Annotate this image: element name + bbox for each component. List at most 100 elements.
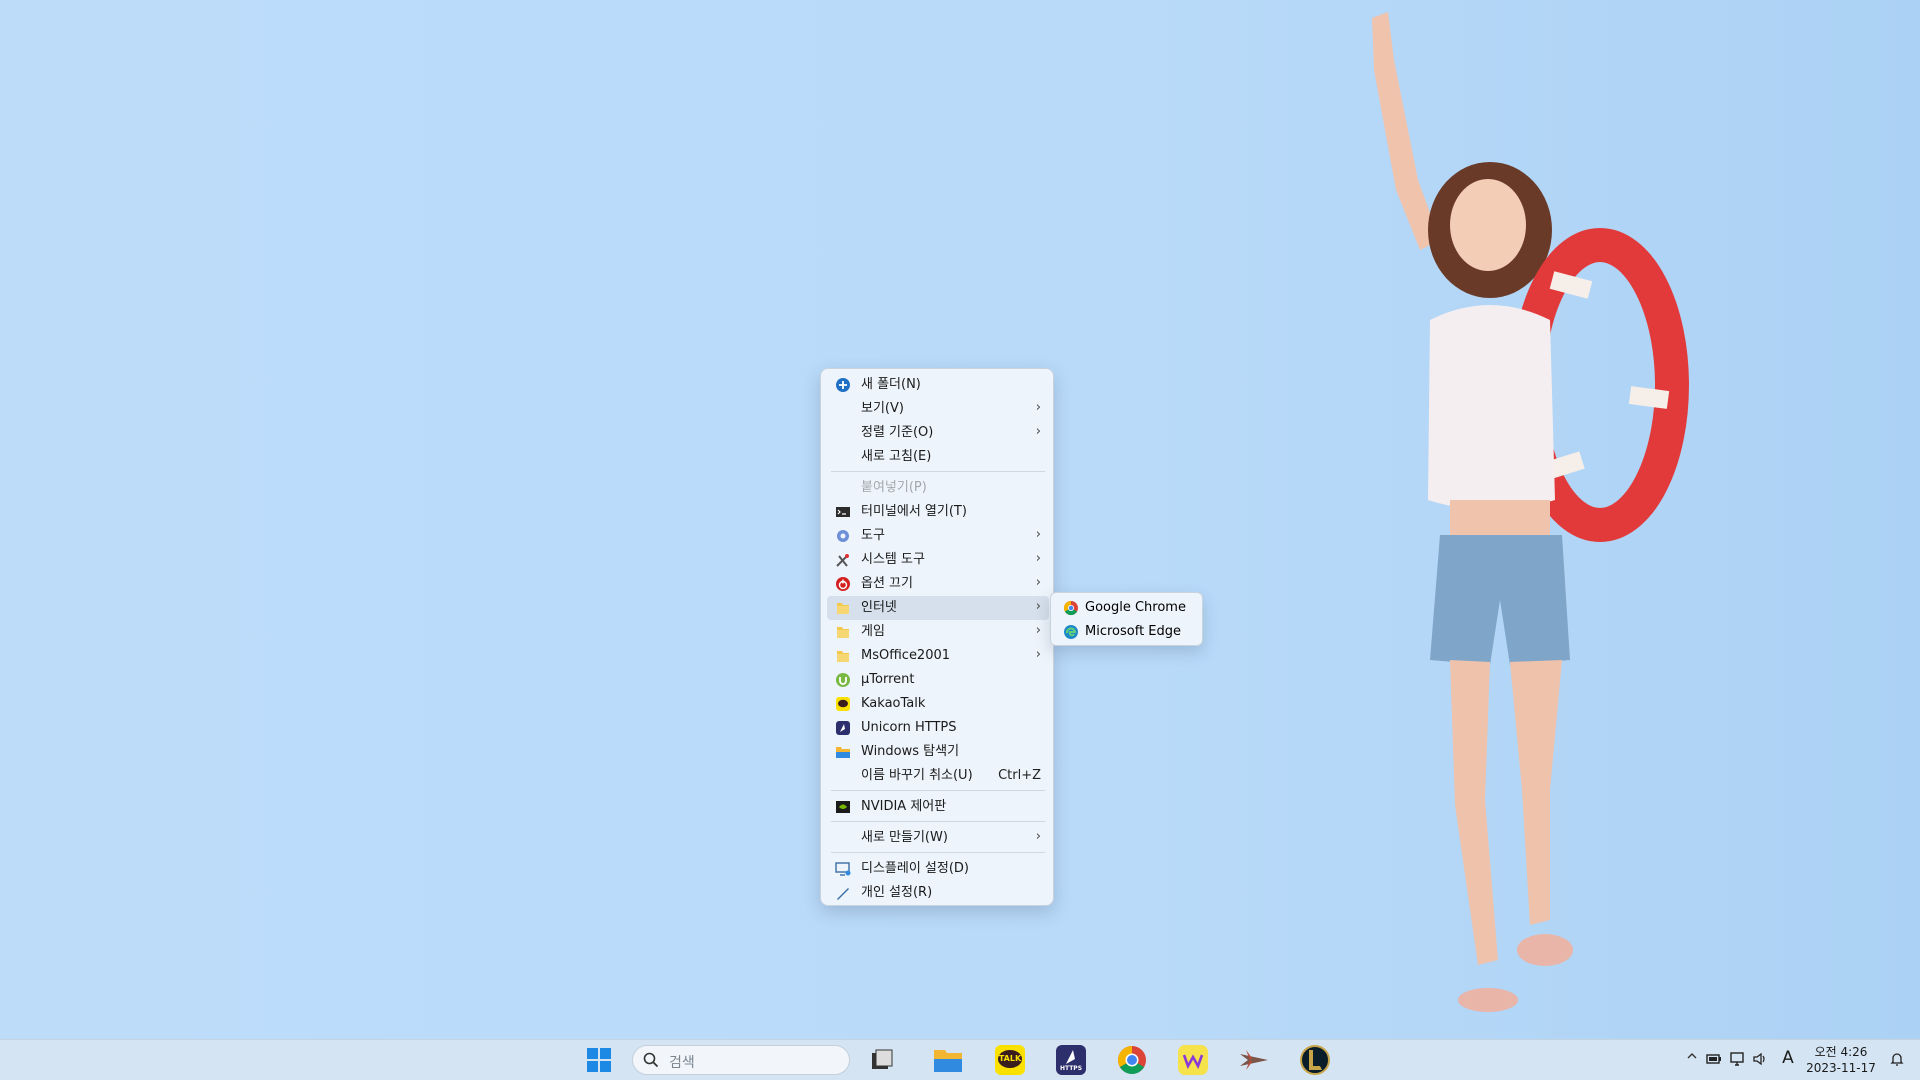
folder-icon: [837, 651, 849, 662]
menu-item-label: 정렬 기준(O): [861, 425, 934, 440]
taskbar: 검색 TALK HTTPS A 오전 4:26 2023-11-17: [0, 1039, 1920, 1080]
menu-item-label: 이름 바꾸기 취소(U): [861, 768, 973, 783]
personalize-icon: [837, 888, 849, 900]
chevron-right-icon: ›: [1035, 527, 1041, 542]
menu-item-display-settings[interactable]: 디스플레이 설정(D): [827, 857, 1049, 881]
taskbar-app-w[interactable]: [1177, 1044, 1209, 1076]
chevron-right-icon: ›: [1035, 551, 1041, 566]
chevron-right-icon: ›: [1035, 829, 1041, 844]
unicorn-https-icon: [836, 721, 850, 735]
folder-icon: [837, 603, 849, 614]
menu-item-utorrent[interactable]: µTorrent: [827, 668, 1049, 692]
taskbar-chrome[interactable]: [1116, 1044, 1148, 1076]
clock-date[interactable]: 2023-11-17: [1800, 1061, 1882, 1075]
menu-item-label: MsOffice2001: [861, 648, 951, 663]
clock-time[interactable]: 오전 4:26: [1800, 1043, 1882, 1060]
menu-item-label: 새로 고침(E): [861, 449, 932, 464]
taskbar-search-box[interactable]: 검색: [632, 1045, 850, 1075]
taskbar-game-plane[interactable]: [1238, 1044, 1270, 1076]
menu-item-new-folder[interactable]: 새 폴더(N): [827, 373, 1049, 397]
file-explorer-icon: [836, 747, 850, 758]
menu-item-kakaotalk[interactable]: KakaoTalk: [827, 692, 1049, 716]
menu-separator: [831, 821, 1045, 822]
edge-icon: [1064, 625, 1078, 639]
wallpaper-figure: [1372, 12, 1689, 1012]
kakaotalk-icon-label: TALK: [998, 1054, 1022, 1063]
taskbar-unicorn-https[interactable]: HTTPS: [1055, 1044, 1087, 1076]
menu-item-power-options[interactable]: 옵션 끄기 ›: [827, 572, 1049, 596]
menu-item-label: 디스플레이 설정(D): [861, 861, 970, 876]
submenu-item-microsoft-edge[interactable]: Microsoft Edge: [1055, 620, 1199, 644]
menu-separator: [831, 471, 1045, 472]
menu-item-new[interactable]: 새로 만들기(W) ›: [827, 826, 1049, 850]
volume-icon[interactable]: [1752, 1051, 1768, 1067]
menu-item-view[interactable]: 보기(V) ›: [827, 397, 1049, 421]
menu-item-label: µTorrent: [861, 672, 915, 687]
taskbar-kakaotalk[interactable]: TALK: [994, 1044, 1026, 1076]
menu-item-label: 인터넷: [861, 600, 897, 615]
menu-item-label: 보기(V): [861, 401, 904, 416]
menu-item-label: 시스템 도구: [861, 552, 925, 567]
league-of-legends-icon: [1300, 1045, 1330, 1075]
search-icon: [643, 1052, 659, 1068]
terminal-icon: [836, 507, 850, 517]
chevron-right-icon: ›: [1035, 623, 1041, 638]
app-w-icon: [1178, 1045, 1208, 1075]
game-plane-icon: [1240, 1050, 1268, 1070]
menu-item-label: Google Chrome: [1085, 600, 1186, 615]
taskbar-league-of-legends[interactable]: [1299, 1044, 1331, 1076]
menu-item-open-terminal[interactable]: 터미널에서 열기(T): [827, 500, 1049, 524]
menu-item-sort-by[interactable]: 정렬 기준(O) ›: [827, 421, 1049, 445]
tools-icon: [837, 530, 849, 542]
menu-separator: [831, 790, 1045, 791]
new-folder-icon: [836, 378, 850, 392]
menu-item-windows-explorer[interactable]: Windows 탐색기: [827, 740, 1049, 764]
task-view-button[interactable]: [866, 1044, 898, 1076]
menu-item-unicorn-https[interactable]: Unicorn HTTPS: [827, 716, 1049, 740]
search-placeholder: 검색: [669, 1055, 695, 1071]
menu-item-label: Windows 탐색기: [861, 744, 960, 759]
menu-item-label: Unicorn HTTPS: [861, 720, 957, 735]
menu-item-tools[interactable]: 도구 ›: [827, 524, 1049, 548]
menu-item-label: 붙여넣기(P): [861, 480, 927, 495]
file-explorer-icon: [934, 1050, 962, 1072]
chrome-icon: [1063, 600, 1078, 616]
menu-item-msoffice[interactable]: MsOffice2001 ›: [827, 644, 1049, 668]
menu-item-paste: 붙여넣기(P): [827, 476, 1049, 500]
submenu-item-google-chrome[interactable]: Google Chrome: [1055, 596, 1199, 620]
menu-separator: [831, 852, 1045, 853]
chevron-right-icon: ›: [1035, 424, 1041, 439]
menu-item-personalize[interactable]: 개인 설정(R): [827, 881, 1049, 905]
menu-item-refresh[interactable]: 새로 고침(E): [827, 445, 1049, 469]
menu-item-system-tools[interactable]: 시스템 도구 ›: [827, 548, 1049, 572]
display-settings-icon: [835, 862, 851, 876]
start-button[interactable]: [583, 1044, 615, 1076]
network-icon[interactable]: [1729, 1051, 1745, 1067]
menu-item-internet[interactable]: 인터넷 ›: [827, 596, 1049, 620]
desktop-context-menu: 새 폴더(N) 보기(V) › 정렬 기준(O) › 새로 고침(E) 붙여넣기…: [820, 368, 1054, 906]
folder-icon: [837, 627, 849, 638]
menu-item-games[interactable]: 게임 ›: [827, 620, 1049, 644]
menu-item-label: 도구: [861, 528, 885, 543]
nvidia-icon: [836, 801, 850, 813]
system-tools-icon: [836, 554, 849, 567]
ime-indicator[interactable]: A: [1780, 1048, 1796, 1068]
menu-item-label: 개인 설정(R): [861, 885, 933, 900]
menu-item-label: NVIDIA 제어판: [861, 799, 947, 814]
chevron-right-icon: ›: [1035, 575, 1041, 590]
show-hidden-icons-button[interactable]: [1686, 1050, 1698, 1066]
utorrent-icon: [836, 673, 850, 687]
start-icon: [587, 1048, 611, 1072]
menu-item-label: 새 폴더(N): [861, 377, 921, 392]
taskbar-file-explorer[interactable]: [932, 1044, 964, 1076]
menu-item-nvidia-control-panel[interactable]: NVIDIA 제어판: [827, 795, 1049, 819]
chrome-icon: [1118, 1046, 1146, 1074]
chevron-up-icon: [1687, 1053, 1697, 1059]
menu-item-label: KakaoTalk: [861, 696, 926, 711]
menu-item-undo-rename[interactable]: 이름 바꾸기 취소(U) Ctrl+Z: [827, 764, 1049, 788]
menu-item-label: 터미널에서 열기(T): [861, 504, 967, 519]
menu-item-label: 게임: [861, 624, 885, 639]
battery-icon[interactable]: [1706, 1052, 1722, 1066]
chevron-right-icon: ›: [1035, 400, 1041, 415]
notification-bell-icon[interactable]: [1889, 1051, 1905, 1067]
